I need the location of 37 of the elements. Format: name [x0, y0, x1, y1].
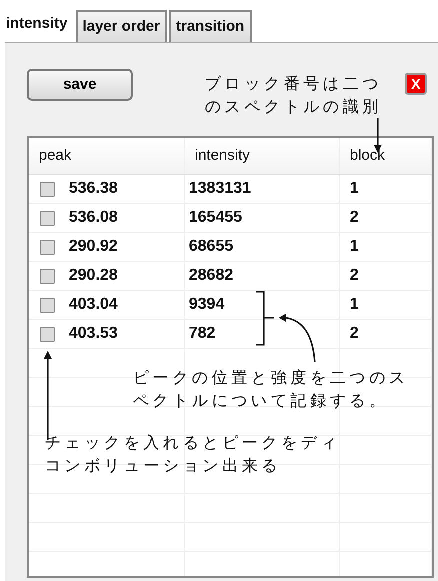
- table-cell-text: 1: [349, 237, 359, 257]
- table-cell-text: 403.53: [69, 324, 118, 344]
- save-button[interactable]: save: [27, 69, 133, 101]
- close-button[interactable]: X: [405, 73, 427, 95]
- checkbox[interactable]: [40, 326, 55, 342]
- tab[interactable]: transition: [169, 10, 252, 42]
- checkbox[interactable]: [40, 298, 55, 312]
- table-cell-text: 290.92: [69, 237, 118, 257]
- column-header[interactable]: peak: [29, 144, 72, 168]
- tab[interactable]: layer order: [76, 10, 168, 42]
- bracket: [255, 291, 275, 346]
- checkbox[interactable]: [40, 210, 55, 226]
- checkbox[interactable]: [40, 182, 55, 196]
- table-cell-text: 2: [349, 208, 359, 228]
- annotation-text: ピークの位置と強度を二つのスペクトルについて記録する。: [133, 368, 410, 412]
- leader-arrow: [279, 314, 316, 362]
- table-cell-text: 9394: [188, 295, 225, 315]
- table-cell-text: 536.08: [69, 208, 118, 228]
- column-header[interactable]: block: [340, 144, 386, 168]
- table-cell-text: 1383131: [188, 179, 252, 199]
- table-cell-text: 403.04: [69, 295, 118, 315]
- table-cell-text: 536.38: [69, 179, 118, 199]
- table-cell-text: 782: [188, 324, 216, 344]
- table-cell-text: 1: [349, 179, 359, 199]
- checkbox[interactable]: [40, 240, 55, 254]
- annotation-text: チェックを入れるとピークをディコンボリューション出来る: [45, 434, 342, 477]
- table-cell-text: 2: [349, 266, 359, 286]
- table-cell-text: 28682: [188, 266, 234, 286]
- table-cell-text: 1: [349, 295, 359, 315]
- annotation-text: ブロック番号は二つのスペクトルの識別: [205, 74, 384, 118]
- tab[interactable]: intensity: [0, 0, 74, 40]
- checkbox[interactable]: [40, 268, 55, 284]
- table-cell-text: 290.28: [69, 266, 118, 286]
- table-cell-text: 165455: [188, 208, 242, 228]
- table-cell-text: 68655: [188, 237, 234, 257]
- table-cell-text: 2: [349, 324, 359, 344]
- column-header[interactable]: intensity: [185, 144, 250, 168]
